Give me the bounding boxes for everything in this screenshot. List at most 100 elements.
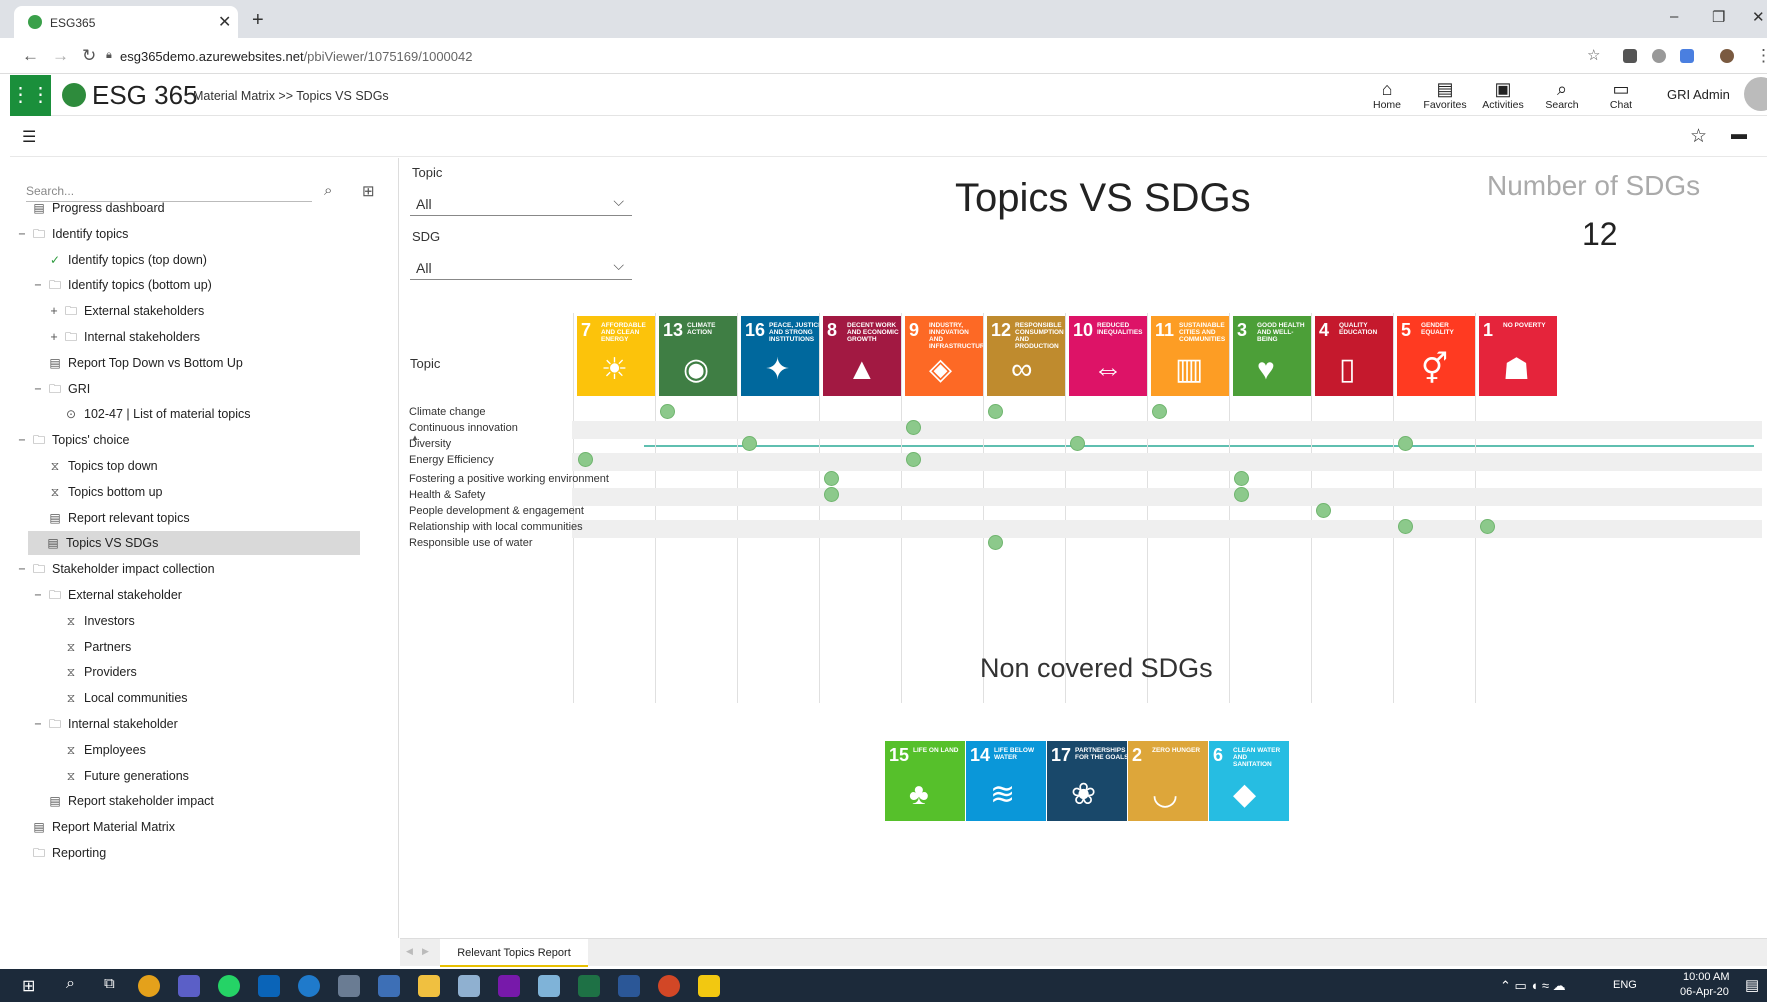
nav-favorites[interactable]: ▤ Favorites — [1420, 79, 1470, 111]
collapse-icon[interactable]: − — [14, 557, 30, 581]
matrix-dot[interactable] — [742, 436, 757, 451]
sidebar-item[interactable]: + 🗀 Internal stakeholders — [46, 325, 200, 349]
next-page-icon[interactable]: ▶ — [422, 946, 429, 957]
word-icon[interactable] — [618, 975, 640, 997]
app-icon[interactable] — [538, 975, 560, 997]
sidebar-item[interactable]: ▤ Report Top Down vs Bottom Up — [30, 351, 243, 375]
user-name[interactable]: GRI Admin — [1667, 87, 1730, 102]
sidebar-item[interactable]: 🗀 Reporting — [14, 841, 106, 865]
matrix-dot[interactable] — [906, 452, 921, 467]
topic-row-label[interactable]: Continuous innovation — [409, 422, 518, 434]
sidebar-item[interactable]: + 🗀 External stakeholders — [46, 299, 204, 323]
prev-page-icon[interactable]: ◀ — [406, 946, 413, 957]
translate-icon[interactable] — [1680, 49, 1694, 63]
sidebar-item[interactable]: − 🗀 Stakeholder impact collection — [14, 557, 214, 581]
sidebar-item[interactable]: − 🗀 Internal stakeholder — [30, 712, 177, 736]
collapse-icon[interactable]: − — [30, 377, 46, 401]
sidebar-item[interactable]: ⊙ 102-47 | List of material topics — [46, 402, 251, 426]
sidebar-item[interactable]: ⧖ Partners — [46, 635, 131, 659]
matrix-dot[interactable] — [906, 420, 921, 435]
windows-start-icon[interactable]: ⊞ — [22, 976, 35, 996]
nav-chat[interactable]: ▭ Chat — [1596, 79, 1646, 111]
topic-row-label[interactable]: Diversity — [409, 438, 451, 450]
new-tab-icon[interactable]: + — [252, 9, 264, 32]
app-icon[interactable] — [458, 975, 480, 997]
file-explorer-icon[interactable] — [418, 975, 440, 997]
matrix-dot[interactable] — [578, 452, 593, 467]
sidebar-item[interactable]: ✓ Identify topics (top down) — [30, 248, 207, 272]
task-view-icon[interactable]: ⧉ — [104, 975, 115, 992]
app-icon[interactable] — [338, 975, 360, 997]
topic-filter-dropdown[interactable]: All ⌵ — [410, 188, 632, 216]
browser-tab[interactable]: ESG365 ✕ — [14, 6, 238, 38]
matrix-dot[interactable] — [1398, 519, 1413, 534]
outlook-icon[interactable] — [258, 975, 280, 997]
topic-row-label[interactable]: Climate change — [409, 406, 485, 418]
matrix-dot[interactable] — [1070, 436, 1085, 451]
expand-icon[interactable]: + — [46, 325, 62, 349]
restore-icon[interactable]: ❐ — [1712, 8, 1725, 26]
extension-icon[interactable] — [1623, 49, 1637, 63]
nav-activities[interactable]: ▣ Activities — [1478, 79, 1528, 111]
nav-home[interactable]: ⌂ Home — [1362, 79, 1412, 111]
app-icon[interactable] — [378, 975, 400, 997]
sidebar-item[interactable]: ⧖ Local communities — [46, 686, 188, 710]
avatar[interactable] — [1744, 77, 1767, 111]
minimize-icon[interactable]: – — [1670, 8, 1678, 25]
matrix-dot[interactable] — [1152, 404, 1167, 419]
sidebar-item[interactable]: ⧖ Providers — [46, 660, 137, 684]
sidebar-item[interactable]: ⧖ Investors — [46, 609, 135, 633]
profile-icon[interactable] — [1720, 49, 1734, 63]
matrix-dot[interactable] — [1398, 436, 1413, 451]
sidebar-item[interactable]: − 🗀 Topics' choice — [14, 428, 129, 452]
reload-icon[interactable]: ↻ — [82, 46, 96, 66]
expand-icon[interactable]: + — [46, 299, 62, 323]
matrix-dot[interactable] — [660, 404, 675, 419]
search-icon[interactable]: ⌕ — [324, 182, 332, 199]
collapse-icon[interactable]: − — [30, 583, 46, 607]
sidebar-item[interactable]: ▤ Report Material Matrix — [14, 815, 175, 839]
sidebar-item[interactable]: ⧖ Employees — [46, 738, 146, 762]
tab-relevant-topics-report[interactable]: Relevant Topics Report — [440, 939, 588, 967]
topic-row-label[interactable]: Fostering a positive working environment — [409, 473, 609, 485]
excel-icon[interactable] — [578, 975, 600, 997]
search-icon[interactable]: ⌕ — [66, 975, 75, 993]
back-icon[interactable]: ← — [22, 46, 39, 66]
favorite-star-icon[interactable]: ☆ — [1690, 125, 1707, 148]
topic-row-label[interactable]: Health & Safety — [409, 489, 485, 501]
extension-icon[interactable] — [1652, 49, 1666, 63]
whatsapp-icon[interactable] — [218, 975, 240, 997]
close-window-icon[interactable]: ✕ — [1752, 8, 1765, 26]
language-indicator[interactable]: ENG — [1613, 979, 1637, 991]
list-toggle-icon[interactable]: ☰ — [22, 127, 36, 147]
collapse-icon[interactable]: − — [14, 222, 30, 246]
close-tab-icon[interactable]: ✕ — [218, 12, 231, 32]
powerbi-icon[interactable] — [698, 975, 720, 997]
sdg-filter-dropdown[interactable]: All ⌵ — [410, 252, 632, 280]
comment-icon[interactable]: ▬ — [1731, 126, 1747, 144]
sidebar-item[interactable]: ⧖ Topics top down — [30, 454, 158, 478]
topic-row-label[interactable]: Relationship with local communities — [409, 521, 583, 533]
collapse-icon[interactable]: − — [30, 712, 46, 736]
url-field[interactable]: esg365demo.azurewebsites.net/pbiViewer/1… — [120, 49, 472, 64]
edge-icon[interactable] — [298, 975, 320, 997]
app-launcher-icon[interactable]: ⋮⋮ — [10, 75, 51, 116]
sidebar-item[interactable]: ⧖ Future generations — [46, 764, 189, 788]
sidebar-item[interactable]: − 🗀 Identify topics (bottom up) — [30, 273, 211, 297]
powerpoint-icon[interactable] — [658, 975, 680, 997]
sidebar-item[interactable]: − 🗀 GRI — [30, 377, 90, 401]
nav-search[interactable]: ⌕ Search — [1537, 79, 1587, 111]
system-tray-icons[interactable]: ⌃ ▭ ◖ ≈ ☁ — [1500, 978, 1566, 994]
onenote-icon[interactable] — [498, 975, 520, 997]
sidebar-item[interactable]: ▤ Topics VS SDGs — [28, 531, 360, 556]
matrix-dot[interactable] — [1234, 471, 1249, 486]
sidebar-item[interactable]: ▤ Report stakeholder impact — [30, 789, 214, 813]
add-view-icon[interactable]: ⊞ — [362, 182, 375, 200]
topic-row-label[interactable]: People development & engagement — [409, 505, 584, 517]
bookmark-star-icon[interactable]: ☆ — [1587, 46, 1600, 64]
matrix-dot[interactable] — [824, 487, 839, 502]
menu-dots-icon[interactable]: ⋮ — [1755, 46, 1767, 66]
matrix-dot[interactable] — [1234, 487, 1249, 502]
forward-icon[interactable]: → — [52, 46, 69, 66]
notification-icon[interactable]: ▤ — [1745, 976, 1759, 994]
